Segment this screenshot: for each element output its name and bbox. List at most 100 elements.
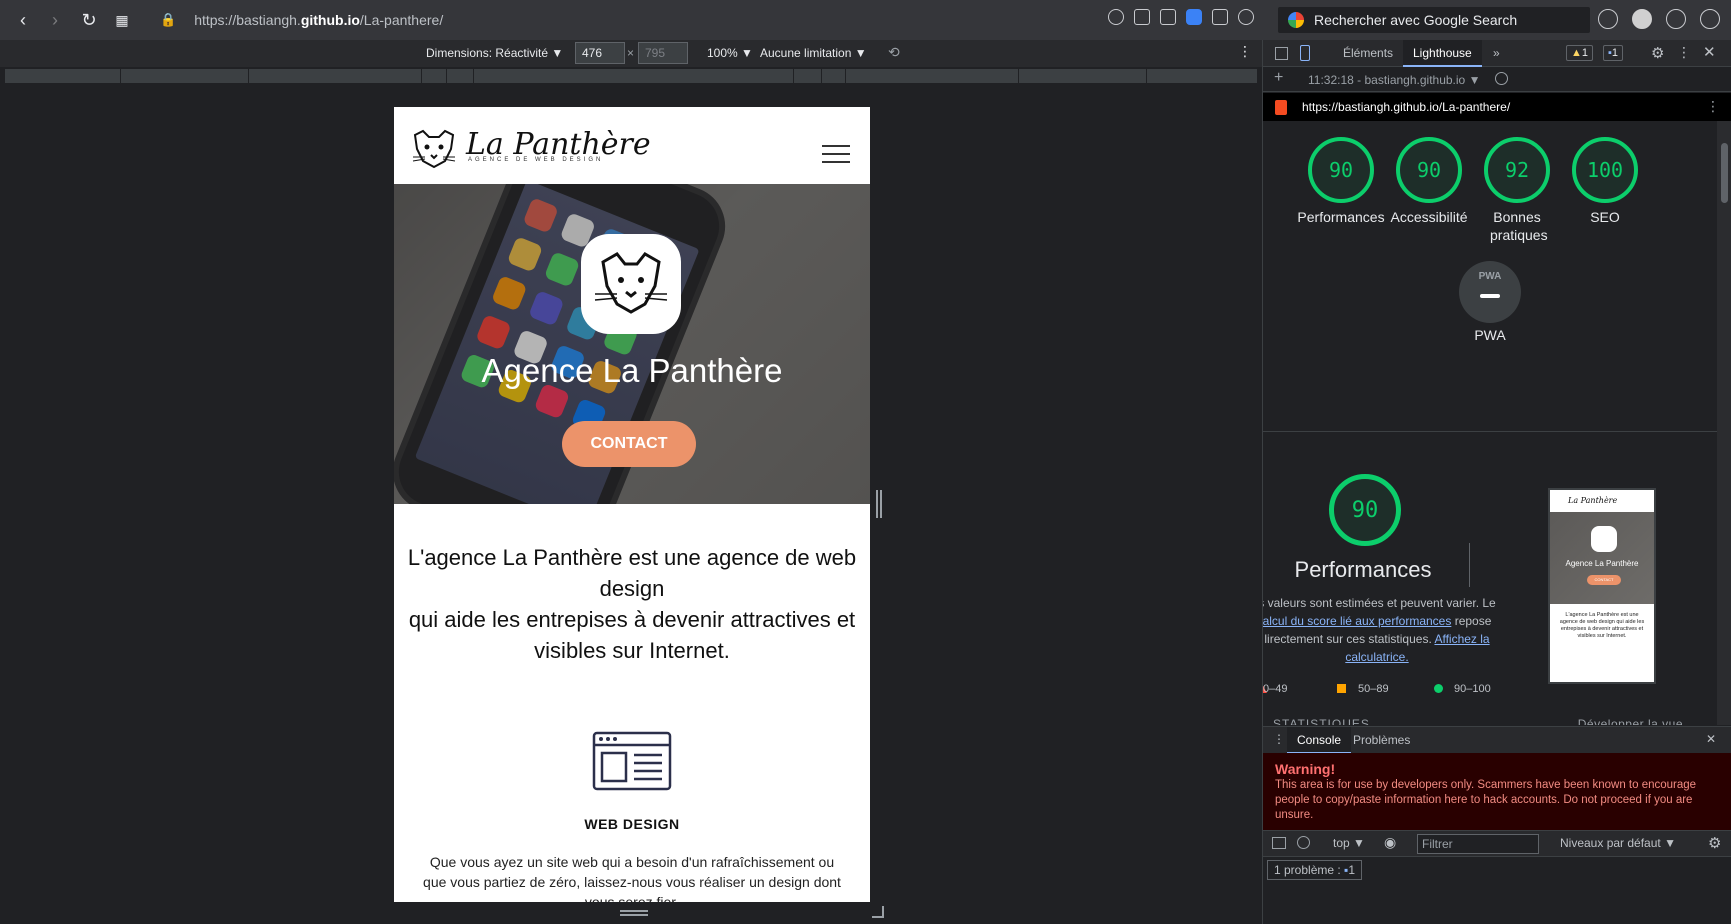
device-toolbar: Dimensions: Réactivité ▼ 476 × 795 100% …	[0, 40, 1262, 67]
score-calculation-link[interactable]: alcul du score lié aux performances	[1263, 614, 1451, 628]
pwa-gauge[interactable]: PWA	[1459, 261, 1521, 323]
dimensions-select[interactable]: Dimensions: Réactivité ▼	[426, 46, 563, 60]
expand-view-toggle[interactable]: Développer la vue	[1578, 717, 1683, 725]
report-scrollbar[interactable]	[1717, 121, 1731, 725]
divider-vertical	[1469, 543, 1470, 587]
panther-badge-icon	[581, 234, 681, 334]
levels-select[interactable]: Niveaux par défaut ▼	[1560, 836, 1676, 850]
resize-handle-right[interactable]	[876, 490, 882, 518]
warning-text: This area is for use by developers only.…	[1275, 779, 1697, 821]
more-tabs-icon[interactable]: »	[1483, 40, 1510, 67]
emoji-icon[interactable]	[1108, 9, 1124, 25]
context-select[interactable]: top ▼	[1333, 836, 1365, 850]
url-prefix: https://bastiangh.	[194, 12, 301, 28]
devtools-tabbar: Éléments Lighthouse » ▲1 ▪1 ⚙ ⋮ ✕	[1263, 40, 1731, 67]
tabs-grid-icon[interactable]: ▦	[105, 4, 139, 36]
kebab-icon[interactable]: ⋮	[1677, 44, 1691, 61]
hero-title: Agence La Panthère	[481, 352, 783, 389]
more-icon[interactable]: ⋮	[1238, 43, 1252, 60]
score-accessibilite[interactable]: 90	[1396, 137, 1462, 203]
performance-title: Performances	[1294, 557, 1432, 582]
hamburger-menu-icon[interactable]	[822, 145, 850, 169]
score-bonnes-pratiques[interactable]: 92	[1484, 137, 1550, 203]
issues-button[interactable]: 1 problème : ▪1	[1267, 860, 1362, 880]
issues-bar: 1 problème : ▪1	[1263, 856, 1731, 882]
new-report-icon[interactable]: +	[1274, 69, 1283, 87]
menu-icon[interactable]	[1700, 9, 1720, 29]
warning-title: Warning!	[1275, 761, 1336, 777]
download-icon[interactable]	[1666, 9, 1686, 29]
search-input[interactable]: Rechercher avec Google Search	[1278, 7, 1590, 33]
send-icon[interactable]	[1212, 9, 1228, 25]
tab-problemes[interactable]: Problèmes	[1343, 727, 1420, 754]
lock-icon: 🔒	[160, 12, 177, 27]
cube-icon[interactable]	[1598, 9, 1618, 29]
lighthouse-report: 90 Performances 90 Accessibilité 92 Bonn…	[1263, 121, 1717, 725]
zoom-select[interactable]: 100% ▼	[707, 46, 753, 60]
report-menu-icon[interactable]: ⋮	[1706, 98, 1720, 115]
score-performances[interactable]: 90	[1308, 137, 1374, 203]
sidebar-toggle-icon[interactable]	[1272, 837, 1286, 849]
tab-lighthouse[interactable]: Lighthouse	[1403, 40, 1482, 67]
device-toggle-icon[interactable]	[1300, 45, 1310, 61]
emulated-viewport: La Panthère AGENCE DE WEB DESIGN Agence …	[394, 107, 870, 902]
performance-description: s valeurs sont estimées et peuvent varie…	[1263, 594, 1497, 666]
logo-subtitle: AGENCE DE WEB DESIGN	[468, 157, 604, 163]
messages-badge[interactable]: ▪1	[1603, 45, 1624, 61]
resize-corner-icon[interactable]	[872, 906, 884, 918]
shield-icon[interactable]	[1186, 9, 1202, 25]
perf-desc-text-2: repose	[1451, 614, 1492, 628]
console-settings-icon[interactable]: ⚙	[1708, 834, 1721, 852]
service-title: WEB DESIGN	[584, 816, 680, 832]
throttle-select[interactable]: Aucune limitation ▼	[760, 46, 867, 60]
statistics-header: STATISTIQUES Développer la vue	[1273, 717, 1713, 725]
close-drawer-icon[interactable]: ✕	[1706, 732, 1716, 746]
tab-elements[interactable]: Éléments	[1333, 40, 1403, 67]
intro-line-1: L'agence La Panthère est une agence de w…	[407, 545, 857, 601]
heart-icon[interactable]	[1238, 9, 1254, 25]
back-icon[interactable]: ‹	[6, 4, 40, 36]
clear-console-icon[interactable]	[1297, 836, 1310, 849]
filter-input[interactable]: Filtrer	[1417, 834, 1539, 854]
edit-icon[interactable]	[1134, 9, 1150, 25]
thumb-text: L'agence La Panthère est une agence de w…	[1559, 612, 1645, 639]
media-query-ruler[interactable]	[5, 69, 1258, 83]
camera-icon[interactable]	[1160, 9, 1176, 25]
panther-logo-icon[interactable]	[411, 129, 457, 169]
legend-fail: 0–49	[1263, 683, 1288, 695]
issues-label: 1 problème :	[1274, 863, 1341, 877]
pwa-icon: PWA	[1478, 271, 1502, 282]
browser-right-icons	[1598, 9, 1720, 29]
tab-console[interactable]: Console	[1287, 727, 1352, 754]
address-bar[interactable]: 🔒 https://bastiangh. github.io/La-panther…	[160, 6, 1260, 34]
legend-pass-icon	[1434, 684, 1443, 693]
width-input[interactable]: 476	[575, 42, 625, 64]
clear-icon[interactable]	[1495, 72, 1508, 85]
url-path: /La-panthere/	[359, 12, 444, 28]
avatar-icon[interactable]	[1632, 9, 1652, 29]
forward-icon[interactable]: ›	[38, 4, 72, 36]
report-selector[interactable]: 11:32:18 - bastiangh.github.io ▼	[1308, 73, 1480, 87]
settings-icon[interactable]: ⚙	[1651, 44, 1664, 62]
score-label-seo: SEO	[1590, 209, 1620, 225]
warnings-badge[interactable]: ▲1	[1566, 45, 1594, 61]
perf-desc-text-1: s valeurs sont estimées et peuvent varie…	[1263, 596, 1496, 610]
eye-icon[interactable]: ◉	[1384, 834, 1396, 851]
resize-handle-bottom[interactable]	[620, 910, 648, 916]
contact-button[interactable]: CONTACT	[562, 421, 696, 467]
report-url[interactable]: https://bastiangh.github.io/La-panthere/	[1302, 100, 1510, 114]
extension-icons	[1108, 9, 1254, 25]
reload-icon[interactable]: ↻	[72, 4, 106, 36]
thumb-logo: La Panthère	[1550, 490, 1654, 512]
final-screenshot-thumbnail[interactable]: La Panthère Agence La Panthère CONTACT L…	[1548, 488, 1656, 684]
issues-count: 1	[1348, 863, 1355, 877]
height-input[interactable]: 795	[638, 42, 688, 64]
drawer-menu-icon[interactable]: ⋮	[1273, 732, 1285, 746]
thumb-contact: CONTACT	[1587, 575, 1621, 585]
close-devtools-icon[interactable]: ✕	[1703, 43, 1716, 61]
search-placeholder: Rechercher avec Google Search	[1314, 12, 1518, 28]
score-seo[interactable]: 100	[1572, 137, 1638, 203]
inspect-icon[interactable]	[1275, 47, 1288, 60]
rotate-icon[interactable]: ⟲	[888, 44, 900, 61]
browser-window-icon	[592, 731, 672, 791]
